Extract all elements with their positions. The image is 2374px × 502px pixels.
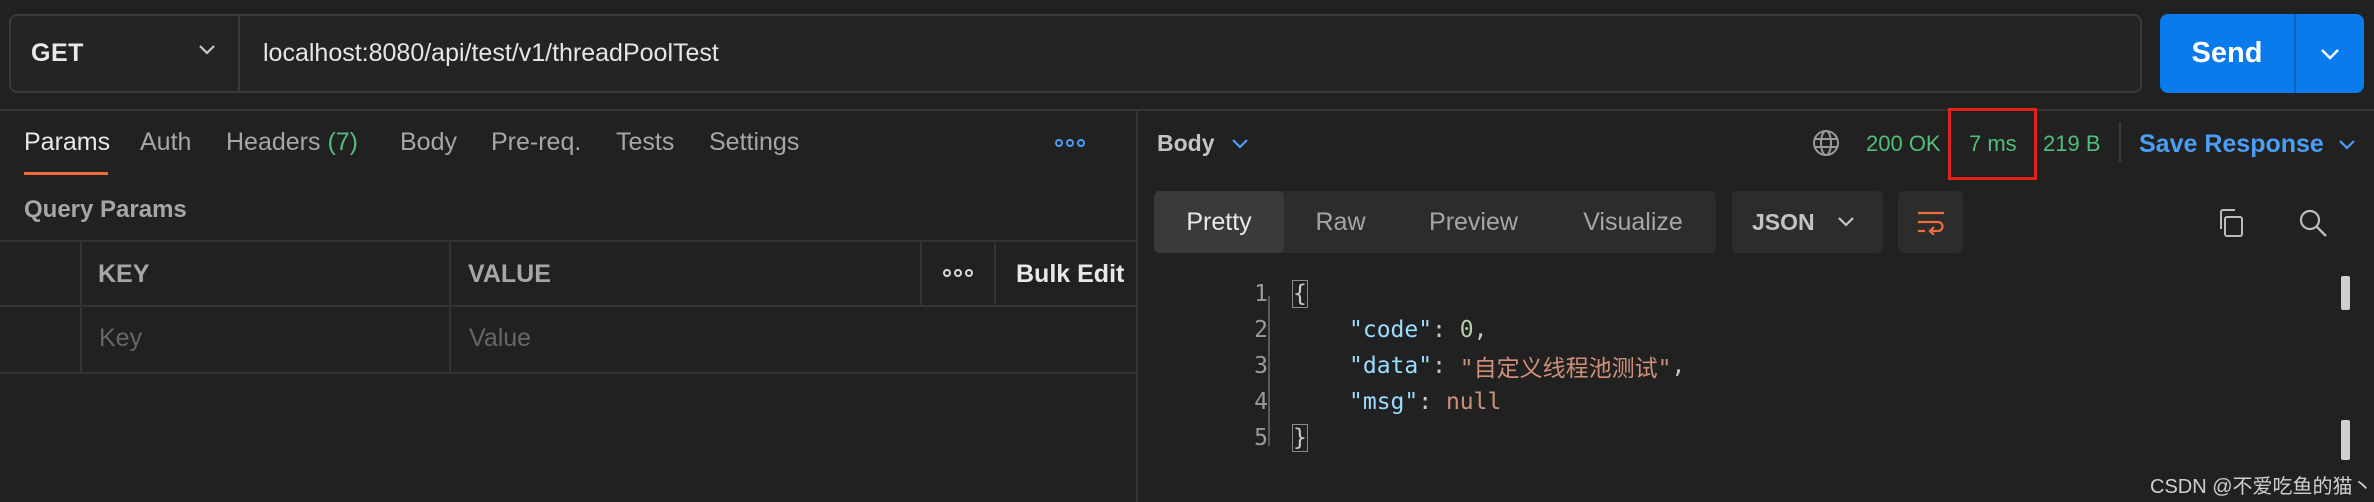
wrap-lines-button[interactable] [1898, 191, 1963, 253]
table-border-bottom [0, 372, 1137, 374]
table-border-top [0, 240, 1137, 242]
response-body-label: Body [1157, 130, 1215, 156]
code-line: 2 "code": 0, [1185, 312, 1685, 348]
chevron-down-icon [199, 45, 215, 55]
watermark: CSDN @不爱吃鱼的猫丶 [2150, 476, 2373, 498]
annotation-highlight-box [1948, 108, 2037, 180]
format-label: JSON [1752, 208, 1815, 235]
col-divider [449, 240, 451, 374]
send-button[interactable]: Send [2160, 14, 2296, 93]
col-divider [994, 240, 996, 306]
url-text: localhost:8080/api/test/v1/threadPoolTes… [263, 39, 719, 67]
send-label: Send [2191, 37, 2263, 69]
table-border-mid [0, 305, 1137, 307]
code-line: 3 "data": "自定义线程池测试", [1185, 348, 1685, 384]
url-input[interactable]: localhost:8080/api/test/v1/threadPoolTes… [240, 16, 2140, 91]
line-number: 2 [1254, 317, 1268, 343]
tab-body[interactable]: Body [400, 128, 457, 157]
chevron-down-icon [2339, 139, 2355, 150]
request-bar: GET localhost:8080/api/test/v1/threadPoo… [9, 14, 2142, 93]
code-line: 1 { [1185, 276, 1685, 312]
tab-settings[interactable]: Settings [709, 128, 799, 157]
tab-headers-label: Headers [226, 128, 321, 156]
save-response-label: Save Response [2139, 130, 2324, 158]
search-icon[interactable] [2298, 208, 2328, 238]
json-trail: , [1671, 353, 1686, 379]
tab-auth[interactable]: Auth [140, 128, 191, 157]
col-divider [80, 240, 82, 374]
tab-tests[interactable]: Tests [616, 128, 674, 157]
chevron-down-icon [1837, 217, 1854, 227]
json-key: "msg" [1349, 389, 1419, 415]
status-code[interactable]: 200 OK [1866, 131, 1941, 157]
column-options-icon[interactable] [943, 269, 973, 277]
format-select[interactable]: JSON [1732, 191, 1883, 253]
tab-preview[interactable]: Preview [1397, 191, 1550, 253]
query-params-title: Query Params [24, 196, 187, 223]
value-input[interactable]: Value [469, 324, 531, 353]
active-tab-underline [24, 172, 108, 175]
json-value: "自定义线程池测试" [1459, 356, 1672, 382]
copy-icon[interactable] [2216, 208, 2246, 238]
json-value: 0 [1459, 317, 1474, 343]
line-number: 3 [1254, 353, 1268, 379]
save-response-button[interactable]: Save Response [2139, 130, 2356, 159]
column-header-value: VALUE [468, 260, 551, 288]
send-button-group: Send [2160, 14, 2364, 93]
json-key: "code" [1349, 317, 1433, 343]
tab-visualize[interactable]: Visualize [1550, 191, 1716, 253]
json-trail: , [1473, 317, 1488, 343]
send-options-button[interactable] [2296, 14, 2364, 93]
tab-pre-request[interactable]: Pre-req. [491, 128, 581, 157]
scrollbar-thumb[interactable] [2341, 276, 2350, 310]
chevron-down-icon [2321, 48, 2339, 60]
method-select[interactable]: GET [11, 16, 240, 91]
response-body-dropdown[interactable]: Body [1157, 130, 1249, 157]
tab-headers[interactable]: Headers (7) [226, 128, 358, 157]
more-options-icon[interactable] [1055, 139, 1085, 147]
bulk-edit-button[interactable]: Bulk Edit [1016, 260, 1124, 289]
code-line: 4 "msg": null [1185, 384, 1685, 420]
tab-raw[interactable]: Raw [1284, 191, 1397, 253]
line-number: 4 [1254, 389, 1268, 415]
json-key: "data" [1349, 353, 1433, 379]
column-header-key: KEY [98, 260, 150, 288]
headers-count: (7) [327, 128, 359, 156]
col-divider [920, 240, 922, 306]
line-number: 1 [1254, 281, 1268, 307]
tab-pretty[interactable]: Pretty [1154, 191, 1284, 253]
key-input[interactable]: Key [99, 324, 142, 353]
response-size[interactable]: 219 B [2043, 131, 2101, 157]
tab-params[interactable]: Params [24, 128, 110, 157]
json-value: null [1445, 389, 1502, 415]
query-params-table: KEY VALUE Bulk Edit Key Value [0, 240, 1137, 374]
globe-icon[interactable] [1811, 128, 1841, 158]
separator [2119, 122, 2121, 162]
method-label: GET [31, 39, 84, 67]
scrollbar-thumb[interactable] [2341, 420, 2350, 460]
close-brace: } [1292, 424, 1308, 452]
chevron-down-icon [1231, 138, 1248, 149]
code-line: 5 } [1185, 420, 1685, 456]
wrap-lines-icon [1917, 211, 1944, 235]
open-brace: { [1292, 280, 1308, 308]
response-code-viewer[interactable]: 1 { 2 "code": 0, 3 "data": "自定义线程池测试", 4… [1185, 276, 1685, 456]
line-number: 5 [1254, 425, 1268, 451]
response-view-tabs: Pretty Raw Preview Visualize [1154, 191, 1716, 253]
